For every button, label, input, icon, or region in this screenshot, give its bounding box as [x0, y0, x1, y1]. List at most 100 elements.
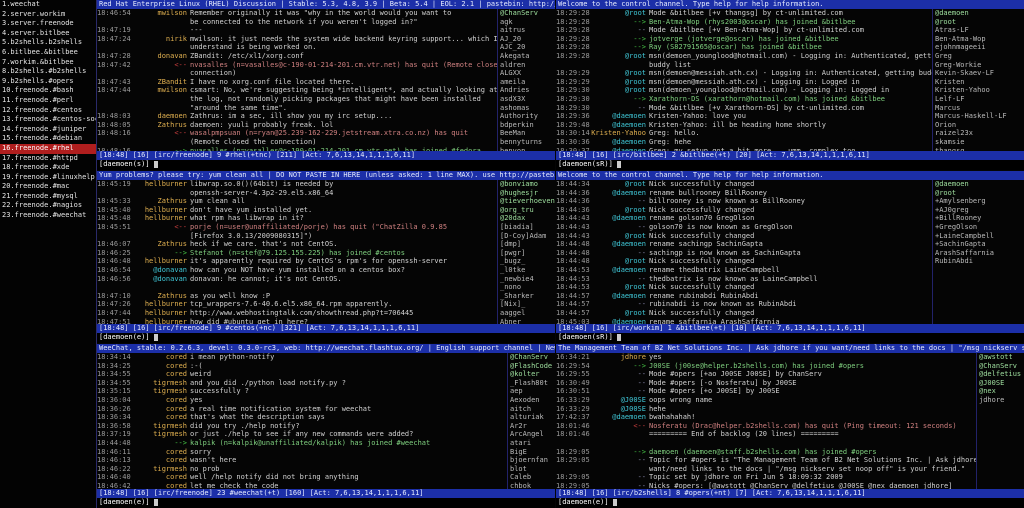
nicklist-entry[interactable]: [pwgr]: [498, 249, 555, 258]
nicklist-entry[interactable]: ArashSaffarnia: [933, 249, 1024, 258]
input-bar[interactable]: [daemoen(e)]: [97, 498, 555, 508]
nicklist-entry[interactable]: ameila: [498, 78, 555, 87]
input-bar[interactable]: [daemoen(s)]: [97, 160, 555, 170]
nicklist-entry[interactable]: Orion: [933, 121, 1024, 130]
buffer-item[interactable]: 22.freenode.#nagios: [0, 201, 96, 211]
pane-bitlbee[interactable]: Welcome to the control channel. Type hel…: [556, 0, 1024, 170]
nicklist-entry[interactable]: AJC_20: [498, 43, 555, 52]
nicklist-entry[interactable]: +SachinGapta: [933, 240, 1024, 249]
nicklist-entry[interactable]: Greg-Workie: [933, 61, 1024, 70]
nicklist-entry[interactable]: Ben-Atma-Wop: [933, 35, 1024, 44]
nicklist-entry[interactable]: @FlashCode: [508, 362, 555, 371]
pane-opers[interactable]: The Management Team of B2 Net Solutions …: [556, 344, 1024, 508]
buffer-item[interactable]: 14.freenode.#juniper: [0, 125, 96, 135]
buffer-item[interactable]: 3.server.freenode: [0, 19, 96, 29]
pane-weechat[interactable]: WeeChat, stable: 0.2.6.3, devel: 0.3.0-r…: [97, 344, 555, 508]
nicklist-entry[interactable]: @nex: [977, 387, 1024, 396]
nicklist-entry[interactable]: @kolter: [508, 370, 555, 379]
nicklist-entry[interactable]: +GregOlson: [933, 223, 1024, 232]
nicklist-entry[interactable]: _newbie4: [498, 275, 555, 284]
nicklist-entry[interactable]: _l0tke: [498, 266, 555, 275]
input-bar[interactable]: [daemoen(e)]: [97, 333, 555, 343]
nicklist-entry[interactable]: [D-Coy]Adam: [498, 232, 555, 241]
nicklist-entry[interactable]: ArcAngel: [508, 430, 555, 439]
nicklist-entry[interactable]: _nono: [498, 283, 555, 292]
buffer-item[interactable]: 12.freenode.#centos: [0, 106, 96, 116]
nicklist-entry[interactable]: +AJ0greg: [933, 206, 1024, 215]
nicklist-entry[interactable]: Ar2r: [508, 422, 555, 431]
buffer-item[interactable]: 11.freenode.#perl: [0, 96, 96, 106]
nicklist-entry[interactable]: @bonviamo: [498, 180, 555, 189]
nicklist-entry[interactable]: @J00SE: [977, 379, 1024, 388]
nicklist-entry[interactable]: asdX3X: [498, 95, 555, 104]
buffer-item[interactable]: 10.freenode.#bash: [0, 86, 96, 96]
pane-centos[interactable]: Yum problems? please try: yum clean all …: [97, 171, 555, 343]
nicklist-entry[interactable]: blot: [508, 465, 555, 474]
buffer-item[interactable]: 18.freenode.#xde: [0, 163, 96, 173]
nicklist-entry[interactable]: ALGXX: [498, 69, 555, 78]
nicklist-entry[interactable]: skamsie: [933, 138, 1024, 147]
nicklist-entry[interactable]: AJ_20: [498, 35, 555, 44]
nicklist-entry[interactable]: @tieverhoeven: [498, 197, 555, 206]
nicklist-entry[interactable]: Kevin-Skaev-LF: [933, 69, 1024, 78]
nicklist-entry[interactable]: RubinAbdi: [933, 257, 1024, 266]
nicklist-entry[interactable]: @ChanServ: [508, 353, 555, 362]
nicklist-entry[interactable]: Aexoden: [508, 396, 555, 405]
nicklist-entry[interactable]: Lelf-LF: [933, 95, 1024, 104]
buffer-item[interactable]: 19.freenode.#linuxhelp: [0, 173, 96, 183]
buffer-item[interactable]: 6.bitlbee.&bitlbee: [0, 48, 96, 58]
nicklist-entry[interactable]: _bugz_: [498, 257, 555, 266]
nicklist-entry[interactable]: @delfetius: [977, 370, 1024, 379]
nicklist-entry[interactable]: Marcus-Haskell-LF: [933, 112, 1024, 121]
input-bar[interactable]: [daemoen(sR)]: [556, 160, 1024, 170]
buffer-item[interactable]: 5.b2shells.b2shells: [0, 38, 96, 48]
nicklist-entry[interactable]: _Flash80t: [508, 379, 555, 388]
nicklist-entry[interactable]: Caleb: [508, 473, 555, 482]
buffer-item[interactable]: 8.b2shells.#b2shells: [0, 67, 96, 77]
nicklist-entry[interactable]: @20dax: [498, 214, 555, 223]
buffer-item[interactable]: 20.freenode.#mac: [0, 182, 96, 192]
nicklist-entry[interactable]: ejohnmageeii: [933, 43, 1024, 52]
buffer-item[interactable]: 21.freenode.#mysql: [0, 192, 96, 202]
nicklist-entry[interactable]: Kristen-Yahoo: [933, 86, 1024, 95]
nicklist-entry[interactable]: aitrus: [498, 26, 555, 35]
buffer-item[interactable]: 15.freenode.#debian: [0, 134, 96, 144]
nicklist-entry[interactable]: raizel23x: [933, 129, 1024, 138]
nicklist-entry[interactable]: +BillRooney: [933, 214, 1024, 223]
buffer-item[interactable]: 2.server.workim: [0, 10, 96, 20]
nicklist-entry[interactable]: jdhore: [977, 396, 1024, 405]
buffer-item[interactable]: 13.freenode.#centos-social: [0, 115, 96, 125]
nicklist-entry[interactable]: Akegata: [498, 52, 555, 61]
nicklist-entry[interactable]: agk: [498, 18, 555, 27]
nicklist-entry[interactable]: bdperkin: [498, 121, 555, 130]
buffer-item[interactable]: 7.workim.&bitlbee: [0, 58, 96, 68]
buffer-item[interactable]: 9.b2shells.#opers: [0, 77, 96, 87]
pane-workim[interactable]: Welcome to the control channel. Type hel…: [556, 171, 1024, 343]
nicklist-entry[interactable]: atari: [508, 439, 555, 448]
nicklist-entry[interactable]: Atras-LF: [933, 26, 1024, 35]
nicklist-entry[interactable]: ashomas: [498, 104, 555, 113]
nicklist-entry[interactable]: @hughesjr: [498, 189, 555, 198]
nicklist-entry[interactable]: @ChanServ: [498, 9, 555, 18]
buffer-item[interactable]: 17.freenode.#httpd: [0, 154, 96, 164]
nicklist-entry[interactable]: chbok: [508, 482, 555, 489]
nicklist-entry[interactable]: @daemoen: [933, 180, 1024, 189]
nicklist-entry[interactable]: Marcus: [933, 104, 1024, 113]
buffer-item[interactable]: 1.weechat: [0, 0, 96, 10]
nicklist-entry[interactable]: _Sharker: [498, 292, 555, 301]
nicklist-entry[interactable]: aep: [508, 387, 555, 396]
input-bar[interactable]: [daemoen(sR)]: [556, 333, 1024, 343]
nicklist-entry[interactable]: bjoernfan: [508, 456, 555, 465]
nicklist-entry[interactable]: [biadia]: [498, 223, 555, 232]
nicklist-entry[interactable]: Authority: [498, 112, 555, 121]
nicklist-entry[interactable]: BigE: [508, 448, 555, 457]
nicklist-entry[interactable]: [Nix]_: [498, 300, 555, 309]
input-bar[interactable]: [daemoen(e)]: [556, 498, 1024, 508]
nicklist-entry[interactable]: Kristen: [933, 78, 1024, 87]
nicklist-entry[interactable]: aaggel: [498, 309, 555, 318]
buffer-item[interactable]: 4.server.bitlbee: [0, 29, 96, 39]
buffer-item[interactable]: 16.freenode.#rhel: [0, 143, 96, 154]
nicklist-entry[interactable]: @org_tru: [498, 206, 555, 215]
nicklist-entry[interactable]: @ChanServ: [977, 362, 1024, 371]
nicklist-entry[interactable]: BeeMan: [498, 129, 555, 138]
